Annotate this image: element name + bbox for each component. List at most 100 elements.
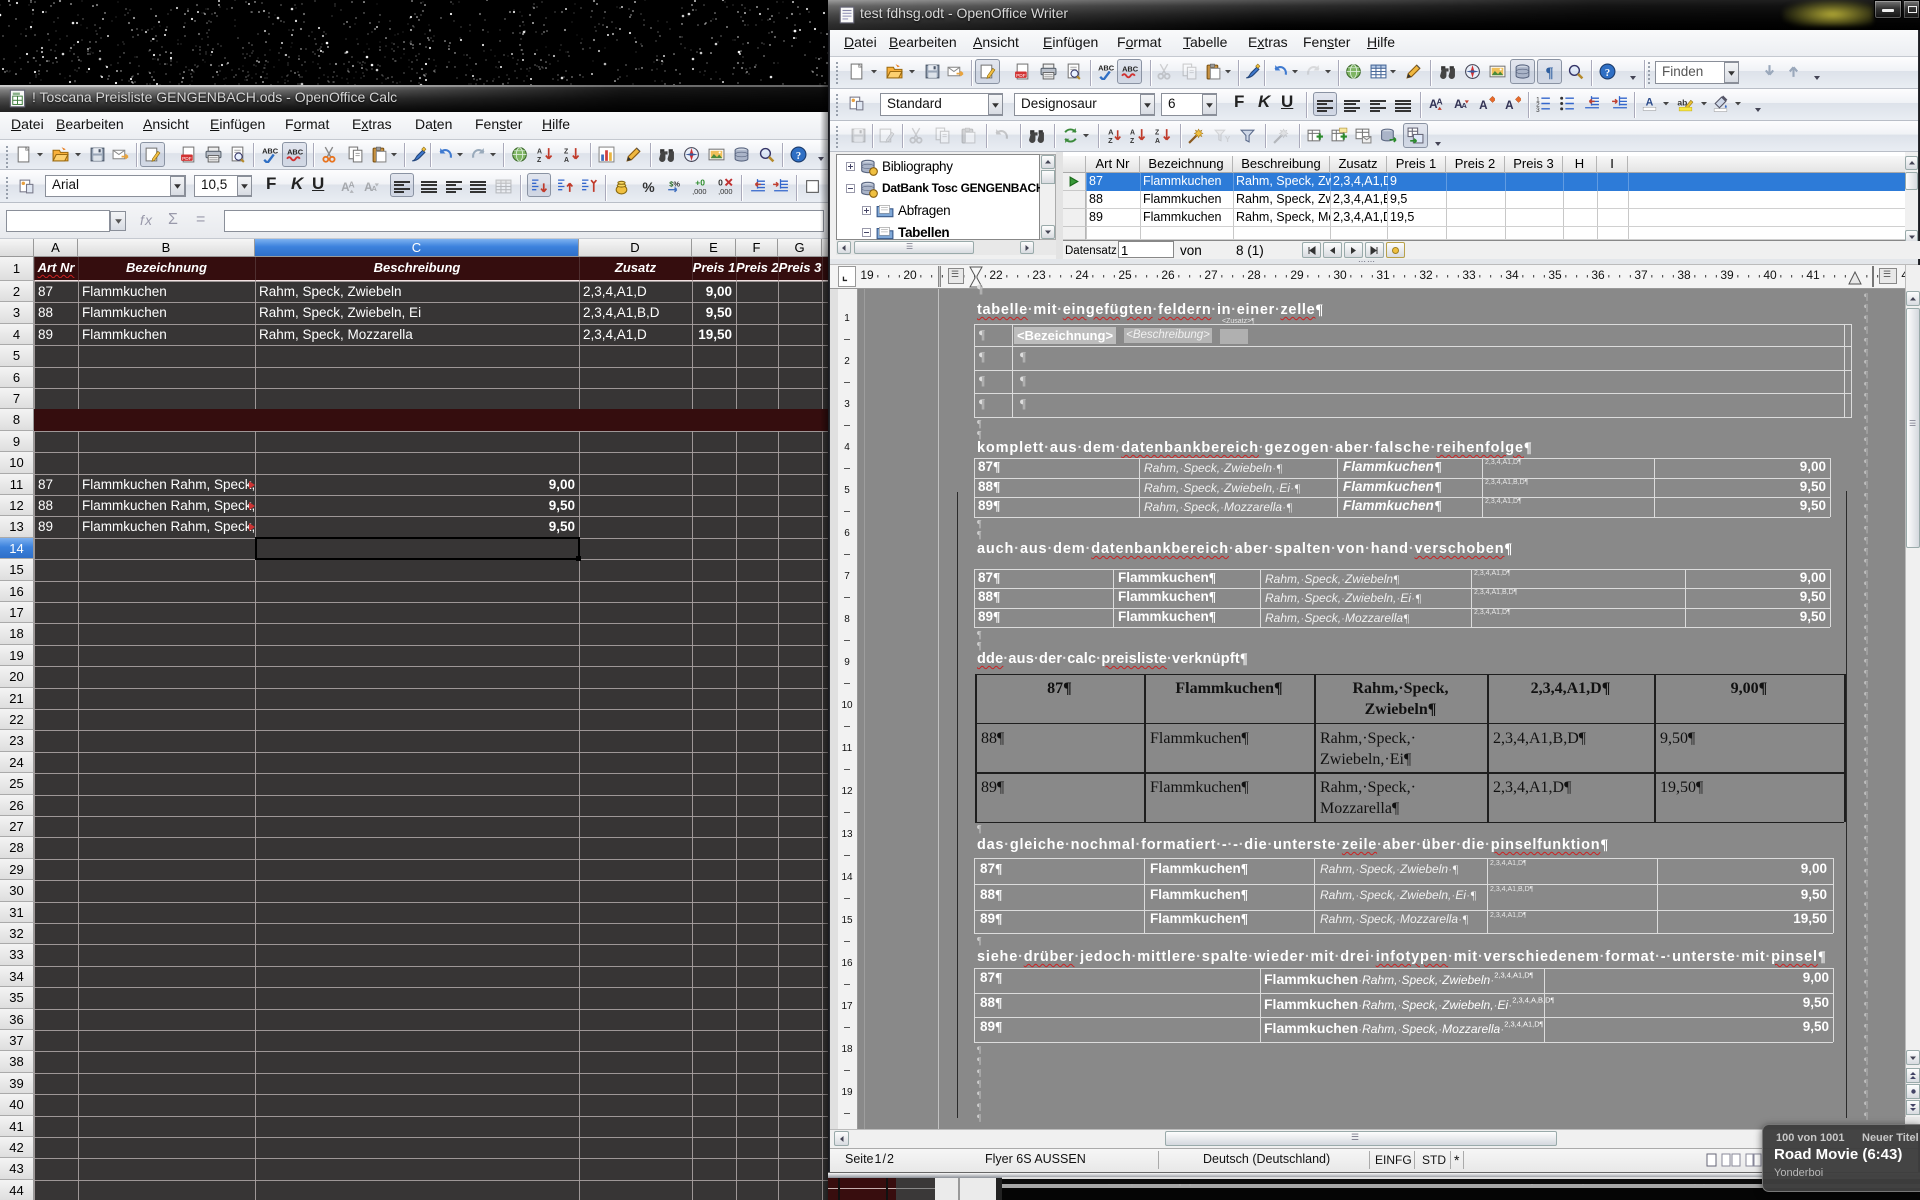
svg-text:¶: ¶ [1864,635,1868,645]
svg-text:¶: ¶ [1864,901,1868,911]
svg-text:¶: ¶ [1864,668,1868,678]
svg-text:¶: ¶ [1864,591,1868,601]
svg-text:¶: ¶ [1864,713,1868,723]
svg-text:¶: ¶ [1864,536,1868,546]
svg-text:¶: ¶ [1864,1056,1868,1066]
svg-text:¶: ¶ [1864,702,1868,712]
svg-text:¶: ¶ [1864,336,1868,346]
svg-text:¶: ¶ [1864,657,1868,667]
svg-text:Z: Z [537,157,542,163]
svg-text:%: % [673,180,680,189]
svg-text:¶: ¶ [1864,945,1868,955]
svg-text:1: 1 [844,313,850,324]
svg-text:¶: ¶ [1864,325,1868,335]
svg-text:¶: ¶ [1864,458,1868,468]
svg-text:¶: ¶ [1864,547,1868,557]
svg-text:ABC: ABC [262,146,278,155]
svg-text:A: A [564,157,569,163]
svg-text:ABC: ABC [1122,65,1138,74]
svg-text:¶: ¶ [1864,768,1868,778]
svg-text:¶: ¶ [1864,956,1868,966]
svg-text:ABC: ABC [1098,63,1114,72]
svg-text:¶: ¶ [1864,392,1868,402]
svg-text:A: A [349,180,355,190]
svg-text:19: 19 [841,1087,853,1098]
svg-text:¶: ¶ [1864,381,1868,391]
svg-text:¶: ¶ [1864,1045,1868,1055]
svg-text:¶: ¶ [1864,1001,1868,1011]
svg-text:¶: ¶ [1864,989,1868,999]
svg-text:A: A [537,148,542,155]
svg-text:¶: ¶ [1864,912,1868,922]
svg-text:¶: ¶ [1864,513,1868,523]
svg-text:¶: ¶ [1864,1067,1868,1077]
svg-text:¶: ¶ [1864,292,1868,302]
svg-text:¶: ¶ [1864,370,1868,380]
svg-text:¶: ¶ [1864,790,1868,800]
svg-text:13: 13 [841,829,853,840]
svg-text:¶: ¶ [1864,525,1868,535]
svg-text:A: A [1437,97,1443,107]
svg-text:,000: ,000 [692,187,706,195]
svg-text:¶: ¶ [1864,1089,1868,1099]
svg-text:¶: ¶ [1864,425,1868,435]
svg-text:¶: ¶ [1864,857,1868,867]
svg-text:¶: ¶ [1864,624,1868,634]
svg-text:?: ? [1605,68,1610,79]
svg-text:¶: ¶ [1864,834,1868,844]
svg-text:17: 17 [841,1001,853,1012]
svg-text:¶: ¶ [1864,978,1868,988]
svg-text:3: 3 [1536,107,1540,112]
svg-text:10: 10 [841,700,853,711]
svg-text:?: ? [796,151,801,162]
svg-text:5: 5 [844,485,850,496]
svg-text:¶: ¶ [1864,602,1868,612]
svg-text:Y: Y [1225,134,1230,144]
svg-text:¶: ¶ [1864,1034,1868,1044]
svg-text:Z: Z [1130,138,1135,144]
svg-text:¶: ¶ [1864,724,1868,734]
svg-text:¶: ¶ [1864,934,1868,944]
svg-text:¶: ¶ [1864,613,1868,623]
svg-text:A: A [1155,138,1160,144]
svg-text:¶: ¶ [1864,347,1868,357]
svg-text:¶: ¶ [1864,580,1868,590]
svg-text:Z: Z [1108,136,1113,144]
svg-text:PDF: PDF [1016,73,1026,79]
svg-text:¶: ¶ [1864,1023,1868,1033]
svg-text:9: 9 [844,657,850,668]
svg-text:¶: ¶ [1864,469,1868,479]
svg-text:¶: ¶ [1864,967,1868,977]
svg-text:A: A [1479,99,1488,112]
svg-text:7: 7 [844,571,850,582]
svg-text:15: 15 [841,915,853,926]
svg-text:A: A [1505,99,1514,112]
svg-text:,000: ,000 [718,187,732,195]
svg-text:¶: ¶ [1864,1012,1868,1022]
svg-text:¶: ¶ [1864,1078,1868,1088]
svg-text:16: 16 [841,958,853,969]
svg-text:Z: Z [1155,129,1160,136]
svg-text:¶: ¶ [1864,879,1868,889]
svg-text:¶: ¶ [1864,746,1868,756]
svg-text:¶: ¶ [1864,314,1868,324]
svg-text:¶: ¶ [1864,735,1868,745]
svg-text:3: 3 [844,399,850,410]
svg-text:¶: ¶ [1864,890,1868,900]
svg-text:A: A [1130,129,1135,136]
svg-text:¶: ¶ [1864,846,1868,856]
svg-text:¶: ¶ [1864,646,1868,656]
svg-text:¶: ¶ [1864,801,1868,811]
svg-text:¶: ¶ [1864,558,1868,568]
svg-text:¶: ¶ [1545,65,1553,80]
svg-text:¶: ¶ [1864,569,1868,579]
svg-text:¶: ¶ [1864,680,1868,690]
svg-text:¶: ¶ [1864,502,1868,512]
svg-text:ABC: ABC [287,148,303,157]
svg-text:¶: ¶ [1864,436,1868,446]
svg-text:8: 8 [844,614,850,625]
svg-text:Z: Z [564,148,569,155]
svg-text:¶: ¶ [1864,691,1868,701]
svg-text:¶: ¶ [1864,480,1868,490]
svg-text:11: 11 [842,743,853,754]
